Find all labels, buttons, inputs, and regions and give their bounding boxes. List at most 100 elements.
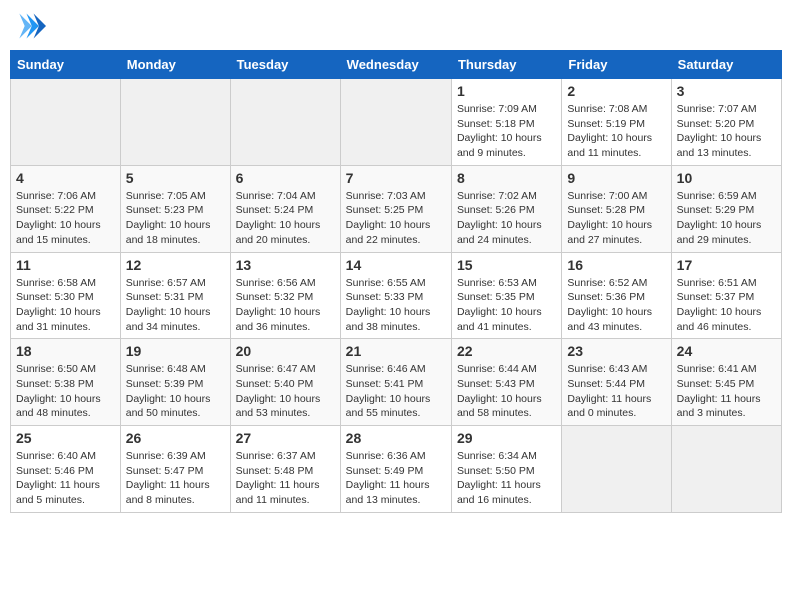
day-info: Sunrise: 6:56 AM Sunset: 5:32 PM Dayligh… xyxy=(236,276,335,335)
calendar-cell: 21 Sunrise: 6:46 AM Sunset: 5:41 PM Dayli… xyxy=(340,339,451,426)
calendar-cell xyxy=(11,79,121,166)
day-info: Sunrise: 6:47 AM Sunset: 5:40 PM Dayligh… xyxy=(236,362,335,421)
weekday-header: Thursday xyxy=(451,51,561,79)
calendar-cell: 27Sunrise: 6:37 AM Sunset: 5:48 PM Dayli… xyxy=(230,426,340,513)
day-info: Sunrise: 6:37 AM Sunset: 5:48 PM Dayligh… xyxy=(236,449,335,508)
day-number: 24 xyxy=(677,343,776,359)
calendar-cell: 7Sunrise: 7:03 AM Sunset: 5:25 PM Daylig… xyxy=(340,165,451,252)
day-info: Sunrise: 6:55 AM Sunset: 5:33 PM Dayligh… xyxy=(346,276,446,335)
logo xyxy=(14,10,50,42)
weekday-header: Saturday xyxy=(671,51,781,79)
day-info: Sunrise: 6:41 AM Sunset: 5:45 PM Dayligh… xyxy=(677,362,776,421)
calendar-cell: 13 Sunrise: 6:56 AM Sunset: 5:32 PM Dayli… xyxy=(230,252,340,339)
calendar-cell: 29 Sunrise: 6:34 AM Sunset: 5:50 PM Dayli… xyxy=(451,426,561,513)
weekday-header: Tuesday xyxy=(230,51,340,79)
day-number: 25 xyxy=(16,430,115,446)
day-number: 23 xyxy=(567,343,665,359)
day-number: 20 xyxy=(236,343,335,359)
day-number: 5 xyxy=(126,170,225,186)
day-info: Sunrise: 7:05 AM Sunset: 5:23 PM Dayligh… xyxy=(126,189,225,248)
day-number: 4 xyxy=(16,170,115,186)
calendar-cell: 3 Sunrise: 7:07 AM Sunset: 5:20 PM Daylig… xyxy=(671,79,781,166)
day-info: Sunrise: 7:07 AM Sunset: 5:20 PM Dayligh… xyxy=(677,102,776,161)
day-info: Sunrise: 6:57 AM Sunset: 5:31 PM Dayligh… xyxy=(126,276,225,335)
calendar-header-row: SundayMondayTuesdayWednesdayThursdayFrid… xyxy=(11,51,782,79)
calendar-cell: 17 Sunrise: 6:51 AM Sunset: 5:37 PM Dayli… xyxy=(671,252,781,339)
page-header xyxy=(10,10,782,42)
calendar-cell: 6 Sunrise: 7:04 AM Sunset: 5:24 PM Daylig… xyxy=(230,165,340,252)
day-info: Sunrise: 7:06 AM Sunset: 5:22 PM Dayligh… xyxy=(16,189,115,248)
day-info: Sunrise: 6:44 AM Sunset: 5:43 PM Dayligh… xyxy=(457,362,556,421)
day-info: Sunrise: 7:04 AM Sunset: 5:24 PM Dayligh… xyxy=(236,189,335,248)
day-number: 21 xyxy=(346,343,446,359)
day-info: Sunrise: 6:39 AM Sunset: 5:47 PM Dayligh… xyxy=(126,449,225,508)
calendar-week-row: 1 Sunrise: 7:09 AM Sunset: 5:18 PM Daylig… xyxy=(11,79,782,166)
day-number: 1 xyxy=(457,83,556,99)
weekday-header: Friday xyxy=(562,51,671,79)
day-info: Sunrise: 6:46 AM Sunset: 5:41 PM Dayligh… xyxy=(346,362,446,421)
day-info: Sunrise: 7:03 AM Sunset: 5:25 PM Dayligh… xyxy=(346,189,446,248)
logo-icon xyxy=(14,10,46,42)
day-info: Sunrise: 6:59 AM Sunset: 5:29 PM Dayligh… xyxy=(677,189,776,248)
calendar-cell: 11 Sunrise: 6:58 AM Sunset: 5:30 PM Dayli… xyxy=(11,252,121,339)
day-info: Sunrise: 6:51 AM Sunset: 5:37 PM Dayligh… xyxy=(677,276,776,335)
calendar-cell xyxy=(562,426,671,513)
day-number: 8 xyxy=(457,170,556,186)
calendar-week-row: 18Sunrise: 6:50 AM Sunset: 5:38 PM Dayli… xyxy=(11,339,782,426)
calendar-cell: 10Sunrise: 6:59 AM Sunset: 5:29 PM Dayli… xyxy=(671,165,781,252)
calendar-cell: 12 Sunrise: 6:57 AM Sunset: 5:31 PM Dayli… xyxy=(120,252,230,339)
day-info: Sunrise: 7:08 AM Sunset: 5:19 PM Dayligh… xyxy=(567,102,665,161)
day-number: 6 xyxy=(236,170,335,186)
day-number: 26 xyxy=(126,430,225,446)
day-info: Sunrise: 6:40 AM Sunset: 5:46 PM Dayligh… xyxy=(16,449,115,508)
calendar-table: SundayMondayTuesdayWednesdayThursdayFrid… xyxy=(10,50,782,513)
weekday-header: Wednesday xyxy=(340,51,451,79)
calendar-cell: 24 Sunrise: 6:41 AM Sunset: 5:45 PM Dayli… xyxy=(671,339,781,426)
day-number: 22 xyxy=(457,343,556,359)
calendar-cell: 23Sunrise: 6:43 AM Sunset: 5:44 PM Dayli… xyxy=(562,339,671,426)
day-info: Sunrise: 6:48 AM Sunset: 5:39 PM Dayligh… xyxy=(126,362,225,421)
day-info: Sunrise: 6:53 AM Sunset: 5:35 PM Dayligh… xyxy=(457,276,556,335)
day-info: Sunrise: 6:50 AM Sunset: 5:38 PM Dayligh… xyxy=(16,362,115,421)
day-info: Sunrise: 6:58 AM Sunset: 5:30 PM Dayligh… xyxy=(16,276,115,335)
day-info: Sunrise: 7:09 AM Sunset: 5:18 PM Dayligh… xyxy=(457,102,556,161)
day-number: 15 xyxy=(457,257,556,273)
day-info: Sunrise: 6:34 AM Sunset: 5:50 PM Dayligh… xyxy=(457,449,556,508)
day-number: 3 xyxy=(677,83,776,99)
calendar-week-row: 4 Sunrise: 7:06 AM Sunset: 5:22 PM Daylig… xyxy=(11,165,782,252)
calendar-cell xyxy=(340,79,451,166)
day-info: Sunrise: 7:00 AM Sunset: 5:28 PM Dayligh… xyxy=(567,189,665,248)
day-info: Sunrise: 6:52 AM Sunset: 5:36 PM Dayligh… xyxy=(567,276,665,335)
calendar-week-row: 11 Sunrise: 6:58 AM Sunset: 5:30 PM Dayli… xyxy=(11,252,782,339)
day-number: 11 xyxy=(16,257,115,273)
day-number: 14 xyxy=(346,257,446,273)
calendar-cell xyxy=(230,79,340,166)
day-number: 9 xyxy=(567,170,665,186)
calendar-cell xyxy=(671,426,781,513)
calendar-cell: 28 Sunrise: 6:36 AM Sunset: 5:49 PM Dayli… xyxy=(340,426,451,513)
day-number: 28 xyxy=(346,430,446,446)
day-number: 12 xyxy=(126,257,225,273)
calendar-cell: 19 Sunrise: 6:48 AM Sunset: 5:39 PM Dayli… xyxy=(120,339,230,426)
calendar-cell: 22 Sunrise: 6:44 AM Sunset: 5:43 PM Dayli… xyxy=(451,339,561,426)
calendar-cell: 18Sunrise: 6:50 AM Sunset: 5:38 PM Dayli… xyxy=(11,339,121,426)
weekday-header: Sunday xyxy=(11,51,121,79)
day-number: 29 xyxy=(457,430,556,446)
day-number: 19 xyxy=(126,343,225,359)
calendar-cell: 5 Sunrise: 7:05 AM Sunset: 5:23 PM Daylig… xyxy=(120,165,230,252)
day-number: 17 xyxy=(677,257,776,273)
calendar-cell: 8 Sunrise: 7:02 AM Sunset: 5:26 PM Daylig… xyxy=(451,165,561,252)
day-number: 2 xyxy=(567,83,665,99)
calendar-cell: 15 Sunrise: 6:53 AM Sunset: 5:35 PM Dayli… xyxy=(451,252,561,339)
calendar-cell: 9 Sunrise: 7:00 AM Sunset: 5:28 PM Daylig… xyxy=(562,165,671,252)
calendar-cell: 1 Sunrise: 7:09 AM Sunset: 5:18 PM Daylig… xyxy=(451,79,561,166)
calendar-week-row: 25 Sunrise: 6:40 AM Sunset: 5:46 PM Dayli… xyxy=(11,426,782,513)
calendar-cell xyxy=(120,79,230,166)
day-number: 13 xyxy=(236,257,335,273)
calendar-cell: 16 Sunrise: 6:52 AM Sunset: 5:36 PM Dayli… xyxy=(562,252,671,339)
day-number: 16 xyxy=(567,257,665,273)
calendar-cell: 20 Sunrise: 6:47 AM Sunset: 5:40 PM Dayli… xyxy=(230,339,340,426)
calendar-cell: 4 Sunrise: 7:06 AM Sunset: 5:22 PM Daylig… xyxy=(11,165,121,252)
day-info: Sunrise: 6:36 AM Sunset: 5:49 PM Dayligh… xyxy=(346,449,446,508)
day-info: Sunrise: 7:02 AM Sunset: 5:26 PM Dayligh… xyxy=(457,189,556,248)
